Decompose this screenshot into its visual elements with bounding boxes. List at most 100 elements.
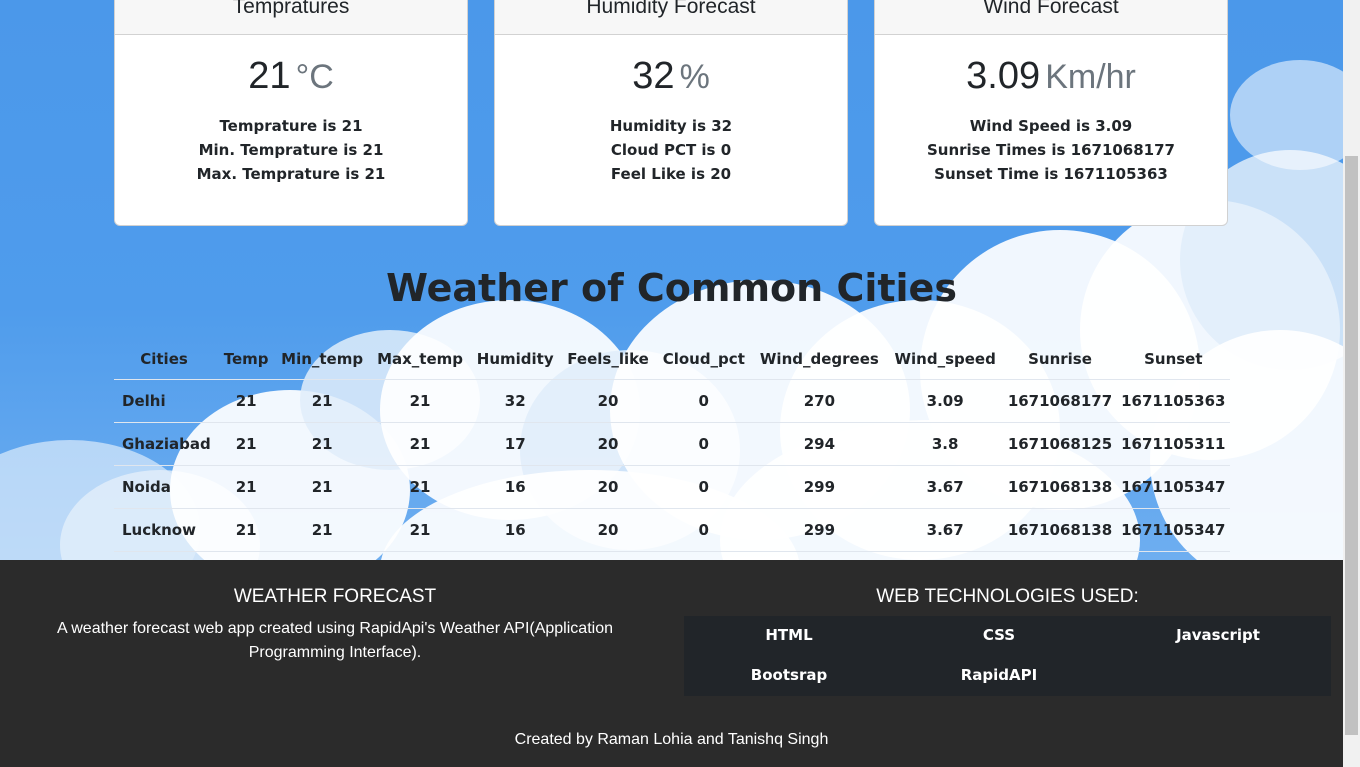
- tech-item-css: CSS: [982, 626, 1016, 644]
- card-details: Humidity is 32 Cloud PCT is 0 Feel Like …: [495, 114, 847, 186]
- detail-line: Cloud PCT is 0: [610, 141, 732, 159]
- table-cell: Lucknow: [114, 508, 219, 552]
- card-title: Wind Forecast: [875, 0, 1227, 35]
- detail-line: Feel Like is 20: [610, 165, 732, 183]
- cloud: [1230, 60, 1343, 170]
- section-title: Weather of Common Cities: [386, 266, 957, 310]
- column-header: Feels_like: [560, 339, 656, 380]
- table-cell: 0: [655, 379, 752, 423]
- column-header: Max_temp: [370, 339, 471, 380]
- table-cell: 1671105347: [1116, 465, 1230, 509]
- table-cell: 21: [370, 465, 471, 509]
- tech-item-javascript: Javascript: [1176, 626, 1260, 644]
- table-cell: 0: [655, 422, 752, 466]
- tech-item-html: HTML: [765, 626, 813, 644]
- column-header: Sunrise: [1003, 339, 1117, 380]
- detail-line: Min. Temprature is 21: [198, 141, 384, 159]
- cities-weather-table: Cities Temp Min_temp Max_temp Humidity F…: [114, 339, 1230, 552]
- table-cell: 21: [370, 379, 471, 423]
- wind-card: Wind Forecast 3.09 Km/hr Wind Speed is 3…: [874, 0, 1228, 226]
- table-cell: 20: [560, 508, 656, 552]
- footer-title: WEATHER FORECAST: [233, 586, 437, 607]
- table-cell: 1671068125: [1003, 422, 1117, 466]
- table-cell: 21: [218, 379, 275, 423]
- table-cell: 21: [218, 508, 275, 552]
- column-header: Cloud_pct: [655, 339, 752, 380]
- detail-line: Temprature is 21: [219, 117, 363, 135]
- page: Tempratures 21 °C Temprature is 21 Min. …: [0, 0, 1343, 767]
- table-cell: 3.67: [886, 465, 1004, 509]
- table-cell: 20: [560, 422, 656, 466]
- table-cell: 21: [370, 508, 471, 552]
- column-header: Sunset: [1116, 339, 1230, 380]
- tech-list: HTML CSS Javascript Bootsrap RapidAPI: [684, 616, 1331, 696]
- column-header: Humidity: [470, 339, 561, 380]
- table-cell: 1671068177: [1003, 379, 1117, 423]
- card-details: Temprature is 21 Min. Temprature is 21 M…: [115, 114, 467, 186]
- humidity-card: Humidity Forecast 32 % Humidity is 32 Cl…: [494, 0, 848, 226]
- table-header-row: Cities Temp Min_temp Max_temp Humidity F…: [114, 339, 1230, 380]
- temperature-value: 21: [248, 55, 291, 97]
- table-cell: 21: [274, 422, 371, 466]
- column-header: Wind_degrees: [751, 339, 887, 380]
- footer: WEATHER FORECAST A weather forecast web …: [0, 560, 1343, 767]
- humidity-unit: %: [679, 58, 710, 96]
- table-cell: Ghaziabad: [114, 422, 219, 466]
- table-cell: 3.09: [886, 379, 1004, 423]
- scrollbar-thumb[interactable]: [1345, 156, 1358, 735]
- table-cell: 0: [655, 465, 752, 509]
- table-cell: 21: [274, 508, 371, 552]
- footer-credit: Created by Raman Lohia and Tanishq Singh: [514, 731, 829, 748]
- table-cell: 20: [560, 379, 656, 423]
- table-cell: 0: [655, 508, 752, 552]
- table-cell: 3.8: [886, 422, 1004, 466]
- table-cell: 299: [751, 465, 887, 509]
- table-cell: 270: [751, 379, 887, 423]
- detail-line: Sunset Time is 1671105363: [934, 165, 1168, 183]
- tech-title: WEB TECHNOLOGIES USED:: [876, 586, 1139, 607]
- card-value: 3.09 Km/hr: [875, 55, 1227, 101]
- card-value: 32 %: [495, 55, 847, 101]
- table-cell: 16: [470, 465, 561, 509]
- temperature-card: Tempratures 21 °C Temprature is 21 Min. …: [114, 0, 468, 226]
- table-cell: 1671105311: [1116, 422, 1230, 466]
- table-cell: Noida: [114, 465, 219, 509]
- temperature-unit: °C: [295, 58, 334, 96]
- card-details: Wind Speed is 3.09 Sunrise Times is 1671…: [875, 114, 1227, 186]
- table-cell: 3.67: [886, 508, 1004, 552]
- table-cell: 21: [274, 465, 371, 509]
- vertical-scrollbar[interactable]: [1343, 0, 1360, 767]
- table-cell: 299: [751, 508, 887, 552]
- table-cell: 1671068138: [1003, 508, 1117, 552]
- table-cell: 1671105347: [1116, 508, 1230, 552]
- column-header: Min_temp: [274, 339, 371, 380]
- table-cell: 32: [470, 379, 561, 423]
- table-row: Delhi 21 21 21 32 20 0 270 3.09 16710681…: [114, 379, 1230, 423]
- table-cell: 294: [751, 422, 887, 466]
- table-row: Lucknow 21 21 21 16 20 0 299 3.67 167106…: [114, 508, 1230, 552]
- table-cell: 1671105363: [1116, 379, 1230, 423]
- detail-line: Humidity is 32: [609, 117, 733, 135]
- table-cell: 21: [218, 422, 275, 466]
- card-title: Humidity Forecast: [495, 0, 847, 35]
- column-header: Cities: [114, 339, 219, 380]
- footer-description: A weather forecast web app created using…: [57, 620, 613, 661]
- table-cell: 20: [560, 465, 656, 509]
- table-row: Noida 21 21 21 16 20 0 299 3.67 16710681…: [114, 465, 1230, 509]
- table-cell: 21: [274, 379, 371, 423]
- table-row: Ghaziabad 21 21 21 17 20 0 294 3.8 16710…: [114, 422, 1230, 466]
- column-header: Temp: [218, 339, 275, 380]
- card-value: 21 °C: [115, 55, 467, 101]
- tech-item-rapidapi: RapidAPI: [960, 666, 1038, 684]
- tech-item-bootstrap: Bootsrap: [750, 666, 828, 684]
- table-cell: 17: [470, 422, 561, 466]
- humidity-value: 32: [632, 55, 675, 97]
- table-cell: 1671068138: [1003, 465, 1117, 509]
- detail-line: Wind Speed is 3.09: [969, 117, 1133, 135]
- table-cell: 16: [470, 508, 561, 552]
- detail-line: Max. Temprature is 21: [196, 165, 386, 183]
- detail-line: Sunrise Times is 1671068177: [926, 141, 1175, 159]
- table-cell: Delhi: [114, 379, 219, 423]
- card-title: Tempratures: [115, 0, 467, 35]
- column-header: Wind_speed: [886, 339, 1004, 380]
